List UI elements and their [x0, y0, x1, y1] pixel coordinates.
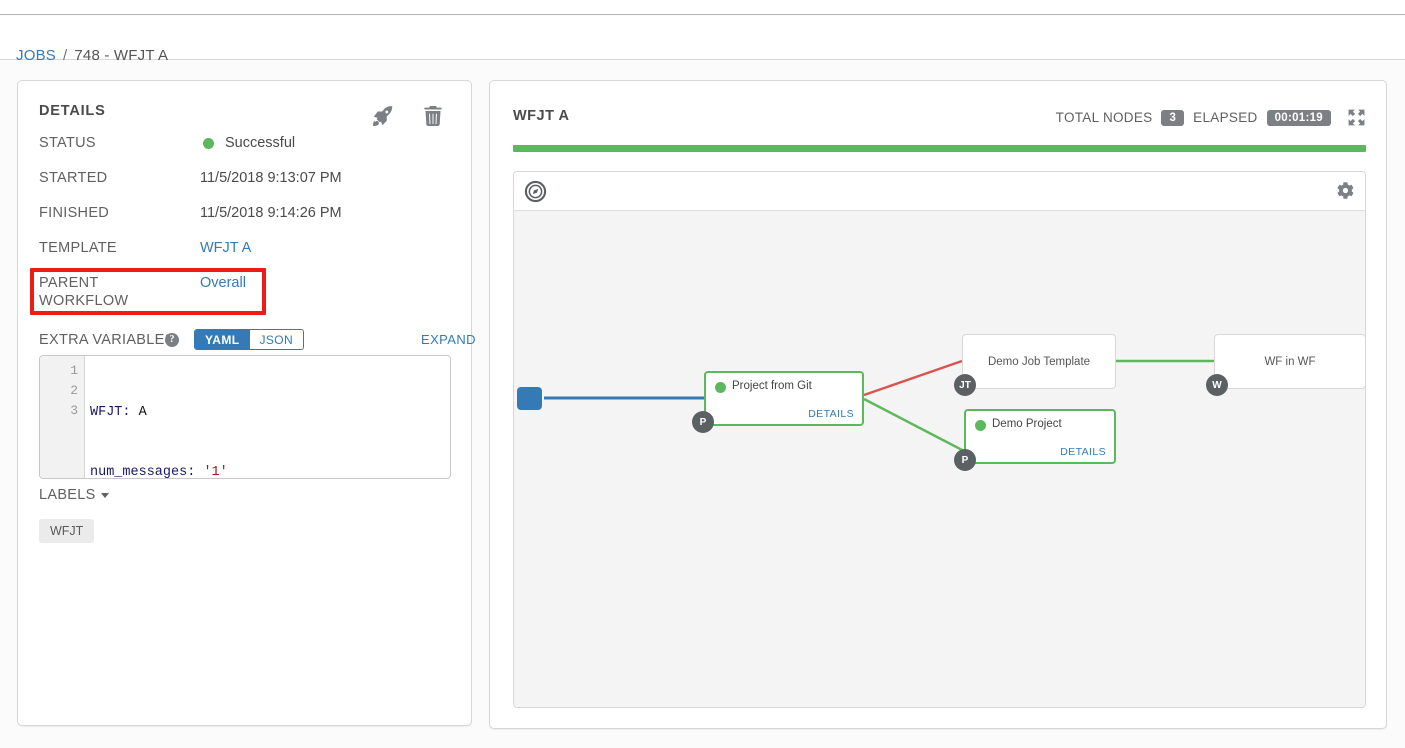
label-chip: WFJT	[39, 519, 95, 543]
detail-row-parent-workflow: PARENT WORKFLOW Overall	[39, 274, 459, 320]
workflow-graph-panel: WFJT A TOTAL NODES 3 ELAPSED 00:01:19 Pr…	[489, 80, 1387, 729]
gutter-line-number: 1	[70, 363, 78, 378]
edge-project-to-job-template	[863, 359, 963, 397]
node-type-badge: W	[1206, 374, 1228, 396]
expand-link[interactable]: EXPAND	[421, 332, 476, 347]
breadcrumb-jobs-link[interactable]: JOBS	[16, 47, 56, 64]
workflow-meta: TOTAL NODES 3 ELAPSED 00:01:19	[1056, 108, 1366, 127]
status-dot-icon	[203, 138, 214, 149]
detail-row-status: STATUS Successful	[39, 134, 459, 169]
parent-workflow-label-line2: WORKFLOW	[39, 293, 129, 309]
template-link[interactable]: WFJT A	[200, 239, 251, 257]
extra-variables-header: EXTRA VARIABLES ? YAML JSON EXPAND	[39, 329, 476, 351]
total-nodes-label: TOTAL NODES	[1055, 110, 1153, 125]
extra-variables-editor[interactable]: 1 2 3 WFJT: A num_messages: '1'	[39, 355, 451, 479]
details-panel-title: DETAILS	[39, 103, 106, 119]
node-label: Demo Job Template	[987, 355, 1091, 368]
gutter-line-number: 3	[70, 403, 78, 418]
workflow-start-node[interactable]	[517, 387, 542, 410]
rocket-icon[interactable]	[373, 106, 395, 128]
status-value: Successful	[225, 135, 296, 151]
workflow-node-demo-job-template[interactable]: Demo Job Template	[962, 334, 1116, 389]
edge-project-to-demo-project	[863, 397, 965, 453]
workflow-canvas: Project from Git DETAILS P Demo Job Temp…	[513, 171, 1366, 708]
breadcrumb-bar: JOBS / 748 - WFJT A	[0, 16, 1405, 64]
node-status-dot-icon	[975, 420, 986, 431]
node-details-link[interactable]: DETAILS	[1060, 446, 1106, 458]
code-key: WFJT:	[90, 405, 131, 420]
status-label: STATUS	[39, 135, 96, 151]
total-nodes-badge: 3	[1161, 109, 1185, 126]
extra-variables-format-toggle: YAML JSON	[194, 329, 305, 350]
breadcrumb-separator: /	[62, 47, 68, 64]
graph-surface[interactable]: Project from Git DETAILS P Demo Job Temp…	[514, 211, 1365, 707]
code-line: WFJT: A	[90, 403, 450, 423]
elapsed-badge: 00:01:19	[1266, 109, 1331, 126]
node-label: Demo Project	[992, 418, 1062, 430]
node-label: Project from Git	[732, 380, 812, 392]
finished-value: 11/5/2018 9:14:26 PM	[200, 205, 342, 221]
chevron-down-icon	[100, 492, 109, 498]
started-value: 11/5/2018 9:13:07 PM	[200, 170, 342, 186]
workflow-progress-bar	[513, 145, 1366, 152]
node-status-dot-icon	[715, 382, 726, 393]
editor-gutter: 1 2 3	[40, 356, 85, 478]
extra-variables-label: EXTRA VARIABLES	[39, 332, 175, 348]
labels-header[interactable]: LABELS	[39, 487, 109, 503]
compass-icon[interactable]	[524, 180, 547, 203]
code-key: num_messages:	[90, 465, 196, 479]
elapsed-label: ELAPSED	[1193, 110, 1258, 125]
workflow-node-demo-project[interactable]: Demo Project DETAILS	[964, 409, 1116, 464]
detail-row-started: STARTED 11/5/2018 9:13:07 PM	[39, 169, 459, 204]
toggle-json-button[interactable]: JSON	[249, 330, 304, 349]
code-string: '1'	[203, 465, 228, 479]
finished-label: FINISHED	[39, 205, 110, 221]
node-details-link[interactable]: DETAILS	[808, 408, 854, 420]
parent-workflow-label: PARENT WORKFLOW	[39, 274, 179, 310]
trash-icon[interactable]	[423, 106, 445, 128]
code-value: A	[130, 405, 147, 420]
parent-workflow-label-line1: PARENT	[39, 275, 99, 291]
node-type-badge: JT	[954, 374, 976, 396]
breadcrumb-current: 748 - WFJT A	[74, 47, 169, 64]
detail-row-template: TEMPLATE WFJT A	[39, 239, 459, 274]
node-label: WF in WF	[1264, 355, 1316, 368]
template-label: TEMPLATE	[39, 240, 117, 256]
workflow-title: WFJT A	[513, 108, 570, 124]
window-top-strip	[0, 0, 1405, 15]
gutter-line-number: 2	[70, 383, 78, 398]
toggle-yaml-button[interactable]: YAML	[195, 330, 250, 349]
workflow-node-wf-in-wf[interactable]: WF in WF	[1214, 334, 1365, 389]
started-label: STARTED	[39, 170, 108, 186]
editor-code-area[interactable]: WFJT: A num_messages: '1'	[86, 356, 450, 478]
parent-workflow-link[interactable]: Overall	[200, 274, 246, 292]
gear-icon[interactable]	[1337, 182, 1354, 199]
node-type-badge: P	[692, 411, 714, 433]
help-icon[interactable]: ?	[165, 333, 179, 347]
details-panel: DETAILS STATUS Successful STARTED 11/5/2…	[17, 80, 476, 726]
graph-toolbar	[514, 172, 1365, 211]
detail-row-finished: FINISHED 11/5/2018 9:14:26 PM	[39, 204, 459, 239]
expand-arrows-icon[interactable]	[1347, 108, 1366, 127]
labels-header-text: LABELS	[39, 487, 96, 503]
breadcrumb: JOBS / 748 - WFJT A	[16, 47, 168, 64]
node-type-badge: P	[954, 449, 976, 471]
code-line: num_messages: '1'	[90, 463, 450, 479]
graph-edges	[544, 359, 1214, 453]
workflow-node-project-from-git[interactable]: Project from Git DETAILS	[704, 371, 864, 426]
